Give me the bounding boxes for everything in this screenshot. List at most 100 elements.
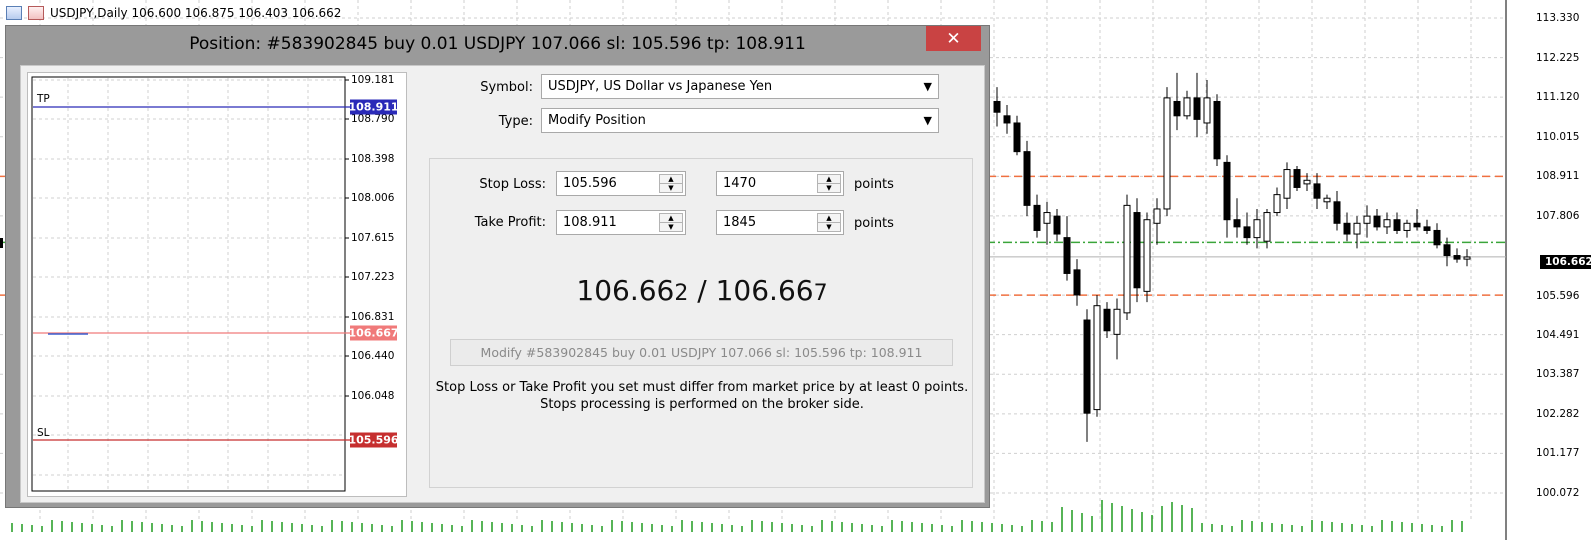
take-profit-input[interactable]: 108.911 ▲ ▼ (556, 210, 686, 235)
candle-body (1233, 219, 1241, 228)
price-axis-label: 113.330 (1536, 12, 1580, 24)
take-profit-label: Take Profit: (474, 215, 546, 230)
stop-loss-input[interactable]: 105.596 ▲ ▼ (556, 171, 686, 196)
price-axis-label: 101.177 (1536, 447, 1580, 459)
candle-body (1043, 212, 1051, 224)
candle-body (1363, 215, 1371, 224)
sl-tag: SL (37, 427, 50, 439)
candle-body (1423, 226, 1431, 231)
candle-body (1393, 219, 1401, 231)
candle-body (1343, 222, 1351, 235)
stop-loss-points-unit: points (854, 177, 894, 192)
candle-body (1273, 194, 1281, 214)
candle-body (993, 100, 1001, 113)
take-profit-points-input[interactable]: 1845 ▲ ▼ (716, 210, 844, 235)
stops-note: Stop Loss or Take Profit you set must di… (435, 380, 969, 412)
candle-body (1023, 151, 1031, 206)
chart-header: USDJPY,Daily 106.600 106.875 106.403 106… (0, 0, 700, 26)
spin-down-icon[interactable]: ▼ (660, 183, 682, 192)
current-price-badge: 106.662 (1540, 255, 1591, 269)
candle-body (1243, 226, 1251, 239)
candle-body (1223, 161, 1231, 221)
stop-loss-value: 105.596 (563, 176, 617, 191)
spin-up-icon[interactable]: ▲ (818, 214, 840, 222)
candle-body (1063, 237, 1071, 274)
take-profit-points-unit: points (854, 216, 894, 231)
stop-loss-stepper[interactable]: ▲ ▼ (659, 174, 683, 193)
spin-up-icon[interactable]: ▲ (660, 214, 682, 222)
spin-up-icon[interactable]: ▲ (818, 175, 840, 183)
close-button[interactable]: ✕ (926, 26, 981, 51)
take-profit-points-stepper[interactable]: ▲ ▼ (817, 213, 841, 232)
candle-body (1113, 308, 1121, 335)
stop-levels-panel: Stop Loss: 105.596 ▲ ▼ 1470 ▲ ▼ points T… (429, 158, 973, 488)
take-profit-points-value: 1845 (723, 215, 757, 230)
candle-body (1143, 219, 1151, 292)
candle-body (1003, 115, 1011, 124)
spin-up-icon[interactable]: ▲ (660, 175, 682, 183)
stop-loss-label: Stop Loss: (479, 177, 546, 192)
preview-tick: 106.440 (351, 350, 395, 362)
stop-loss-points-input[interactable]: 1470 ▲ ▼ (716, 171, 844, 196)
candle-body (1013, 122, 1021, 153)
price-axis-label: 108.911 (1536, 170, 1580, 182)
type-select[interactable]: Modify Position ▼ (541, 108, 939, 133)
candle-body (1173, 100, 1181, 117)
bid-price: 106.662 (576, 274, 689, 307)
price-axis-label: 104.491 (1536, 329, 1580, 341)
candle-body (1053, 215, 1061, 235)
candle-body (1263, 212, 1271, 242)
price-axis-label: 111.120 (1536, 91, 1580, 103)
price-axis-label: 105.596 (1536, 290, 1580, 302)
candle-body (1353, 222, 1361, 235)
stop-loss-points-stepper[interactable]: ▲ ▼ (817, 174, 841, 193)
candle-body (1453, 255, 1461, 260)
spin-down-icon[interactable]: ▼ (818, 222, 840, 231)
candle-body (1463, 256, 1471, 260)
current-price-flag: 106.667 (348, 325, 399, 341)
symbol-select[interactable]: USDJPY, US Dollar vs Japanese Yen ▼ (541, 74, 939, 99)
spin-down-icon[interactable]: ▼ (818, 183, 840, 192)
symbol-flag-icon[interactable] (28, 6, 44, 20)
price-axis-label: 110.015 (1536, 131, 1580, 143)
level-preview-chart[interactable]: 109.181 108.790 108.398 108.006 107.615 … (27, 72, 407, 497)
spin-down-icon[interactable]: ▼ (660, 222, 682, 231)
chart-title: USDJPY,Daily 106.600 106.875 106.403 106… (50, 6, 342, 20)
preview-tick: 108.398 (351, 153, 395, 165)
price-axis-label: 107.806 (1536, 210, 1580, 222)
stop-loss-points-value: 1470 (723, 176, 757, 191)
chart-window-icon[interactable] (6, 6, 22, 20)
candle-body (1283, 169, 1291, 199)
preview-tick: 106.048 (351, 390, 395, 402)
bid-ask-quote: 106.662 / 106.667 (430, 274, 974, 307)
candle-body (1413, 222, 1421, 228)
tp-tag: TP (37, 93, 50, 105)
dialog-title[interactable]: Position: #583902845 buy 0.01 USDJPY 107… (6, 26, 989, 62)
candle-body (1193, 97, 1201, 120)
candle-body (1213, 100, 1221, 160)
candle-body (1303, 179, 1311, 185)
close-icon: ✕ (946, 28, 961, 48)
candle-body (1443, 244, 1451, 257)
candle-body (1153, 208, 1161, 224)
candle-body (1093, 305, 1101, 411)
sl-price-flag[interactable]: 105.596 (348, 432, 399, 448)
candle-body (1333, 201, 1341, 224)
ask-price: 106.667 (715, 274, 828, 307)
chevron-down-icon: ▼ (923, 80, 932, 93)
quote-separator: / (688, 274, 716, 307)
chevron-down-icon: ▼ (923, 114, 932, 127)
tp-price-flag[interactable]: 108.911 (348, 99, 399, 115)
candle-body (1373, 215, 1381, 228)
preview-tick: 106.831 (351, 311, 395, 323)
modify-position-button[interactable]: Modify #583902845 buy 0.01 USDJPY 107.06… (450, 339, 953, 366)
type-value: Modify Position (548, 113, 646, 128)
candle-body (1433, 229, 1441, 246)
candle-body (1103, 308, 1111, 332)
chart-edge-marker (0, 238, 3, 248)
dialog-body: 109.181 108.790 108.398 108.006 107.615 … (20, 65, 985, 503)
candle-body (1163, 97, 1171, 210)
candle-body (1323, 197, 1331, 203)
candle-body (1383, 219, 1391, 228)
take-profit-stepper[interactable]: ▲ ▼ (659, 213, 683, 232)
